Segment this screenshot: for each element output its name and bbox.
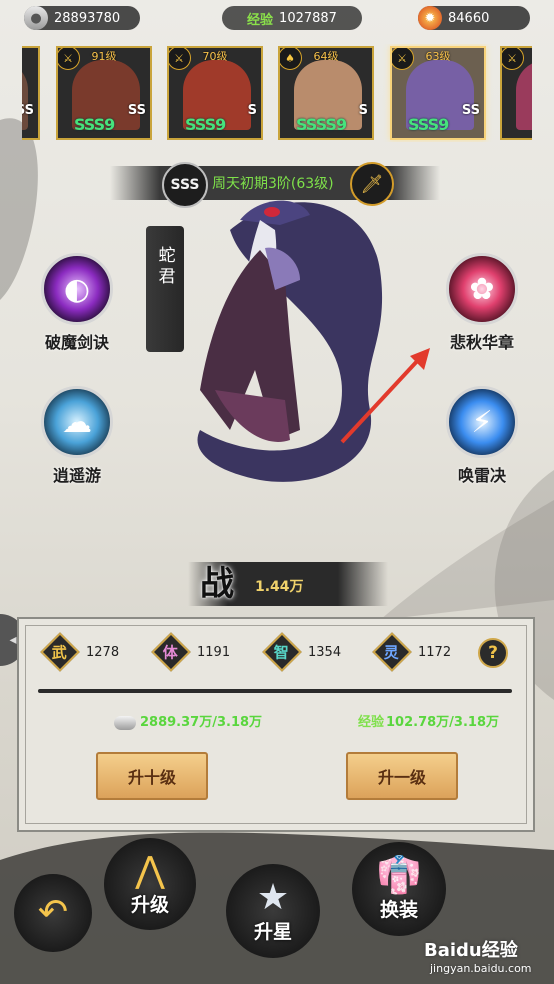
exp-label: 经验	[247, 12, 274, 28]
silver-cost-value: 2889.37万/3.18万	[140, 715, 263, 730]
fire-counter: ✹ 84660	[418, 6, 530, 30]
nav-star[interactable]: ★ 升星	[226, 864, 320, 958]
hero-card-1[interactable]: ⚔ 91级 SS SSS9	[56, 46, 152, 140]
hero-card-3[interactable]: ♠ 64级 S SSSS9	[278, 46, 374, 140]
exp-cost-label: 经验	[358, 715, 385, 730]
skill-label: 逍遥游	[52, 466, 101, 485]
stat-ti: 体 1191	[151, 632, 231, 672]
upgrade-ten-button[interactable]: 升十级	[96, 752, 208, 800]
skill-label: 悲秋华章	[449, 333, 514, 352]
skill-label: 破魔剑诀	[44, 333, 109, 352]
hero-card-0[interactable]: SS	[22, 46, 40, 140]
stat-glyph: 武	[52, 643, 68, 662]
stat-zhi: 智 1354	[262, 632, 342, 672]
exp-counter: 经验 1027887	[222, 6, 362, 30]
lightning-icon: ⚡	[446, 386, 518, 458]
hero-stars: SSSS9	[296, 115, 347, 134]
stat-value: 1278	[86, 644, 120, 660]
stat-diamond-icon: 灵	[372, 632, 412, 672]
stat-glyph: 智	[274, 643, 290, 662]
nav-upgrade[interactable]: ⋀ 升级	[104, 838, 196, 930]
nav-star-label: 升星	[253, 920, 292, 943]
power-glyph: 战	[200, 564, 234, 604]
stat-value: 1172	[418, 644, 452, 660]
hero-card-selected[interactable]: ⚔ 63级 SS SSS9	[390, 46, 486, 140]
exp-value: 1027887	[279, 10, 337, 26]
stat-diamond-icon: 武	[40, 632, 80, 672]
skill-left-top[interactable]: ◐ 破魔剑诀	[37, 253, 117, 353]
stat-diamond-icon: 智	[262, 632, 302, 672]
stat-glyph: 体	[163, 643, 179, 662]
nav-equip-label: 换装	[379, 898, 418, 921]
red-arrow-annotation	[340, 348, 430, 444]
back-arrow-icon: ↶	[37, 892, 69, 933]
upgrade-one-button[interactable]: 升一级	[346, 752, 458, 800]
silver-ingot-icon	[114, 715, 136, 730]
hero-grade: SS	[127, 103, 146, 118]
silver-cost: 2889.37万/3.18万	[114, 711, 262, 730]
exp-cost: 经验 102.78万/3.18万	[358, 711, 499, 730]
skill-left-bottom[interactable]: ☁ 逍遥游	[37, 386, 117, 486]
divider	[38, 689, 512, 693]
hero-stars: SSS9	[408, 115, 449, 134]
purple-orb-icon: ◐	[41, 253, 113, 325]
star-icon: ★	[256, 876, 290, 918]
silver-value: 28893780	[54, 10, 121, 26]
hero-stars: SSS9	[185, 115, 226, 134]
cloud-icon: ☁	[41, 386, 113, 458]
hero-grade: S	[247, 103, 257, 118]
hero-grade: SS	[461, 103, 480, 118]
stat-glyph: 灵	[384, 643, 400, 662]
hero-card-5[interactable]: ⚔	[500, 46, 532, 140]
crossed-swords-icon: ⚔	[502, 48, 524, 70]
hero-grade: S	[358, 103, 368, 118]
hero-roster[interactable]: SS ⚔ 91级 SS SSS9 ⚔ 70级 S SSS9 ♠ 64级 S SS…	[22, 44, 532, 142]
hero-portrait	[516, 60, 532, 130]
fire-value: 84660	[448, 10, 490, 26]
back-button[interactable]: ↶	[14, 874, 92, 952]
skill-right-bottom[interactable]: ⚡ 唤雷决	[442, 386, 522, 486]
stat-wu: 武 1278	[40, 632, 120, 672]
watermark-url: jingyan.baidu.com	[430, 962, 532, 975]
hero-card-2[interactable]: ⚔ 70级 S SSS9	[167, 46, 263, 140]
nav-upgrade-label: 升级	[130, 893, 169, 916]
stat-diamond-icon: 体	[151, 632, 191, 672]
silver-counter: ● 28893780	[24, 6, 140, 30]
stat-value: 1354	[308, 644, 342, 660]
fire-icon: ✹	[418, 6, 442, 30]
nav-equip[interactable]: 👘 换装	[352, 842, 446, 936]
stat-value: 1191	[197, 644, 231, 660]
silver-ingot-icon: ●	[24, 6, 48, 30]
hero-stars: SSS9	[74, 115, 115, 134]
stat-ling: 灵 1172	[372, 632, 452, 672]
watermark-brand: Baidu经验	[424, 940, 518, 961]
up-arrow-icon: ⋀	[135, 849, 165, 891]
hero-grade: SS	[22, 103, 34, 118]
skill-label: 唤雷决	[457, 466, 506, 485]
resource-bar: ● 28893780 经验 1027887 ✹ 84660	[0, 0, 554, 36]
exp-cost-value: 102.78万/3.18万	[386, 715, 500, 730]
blossom-icon: ✿	[446, 253, 518, 325]
hero-portrait	[22, 60, 28, 130]
power-value: 1.44万	[255, 579, 304, 595]
robe-icon: 👘	[376, 854, 422, 896]
skill-right-top[interactable]: ✿ 悲秋华章	[442, 253, 522, 353]
help-button[interactable]: ?	[478, 638, 508, 668]
